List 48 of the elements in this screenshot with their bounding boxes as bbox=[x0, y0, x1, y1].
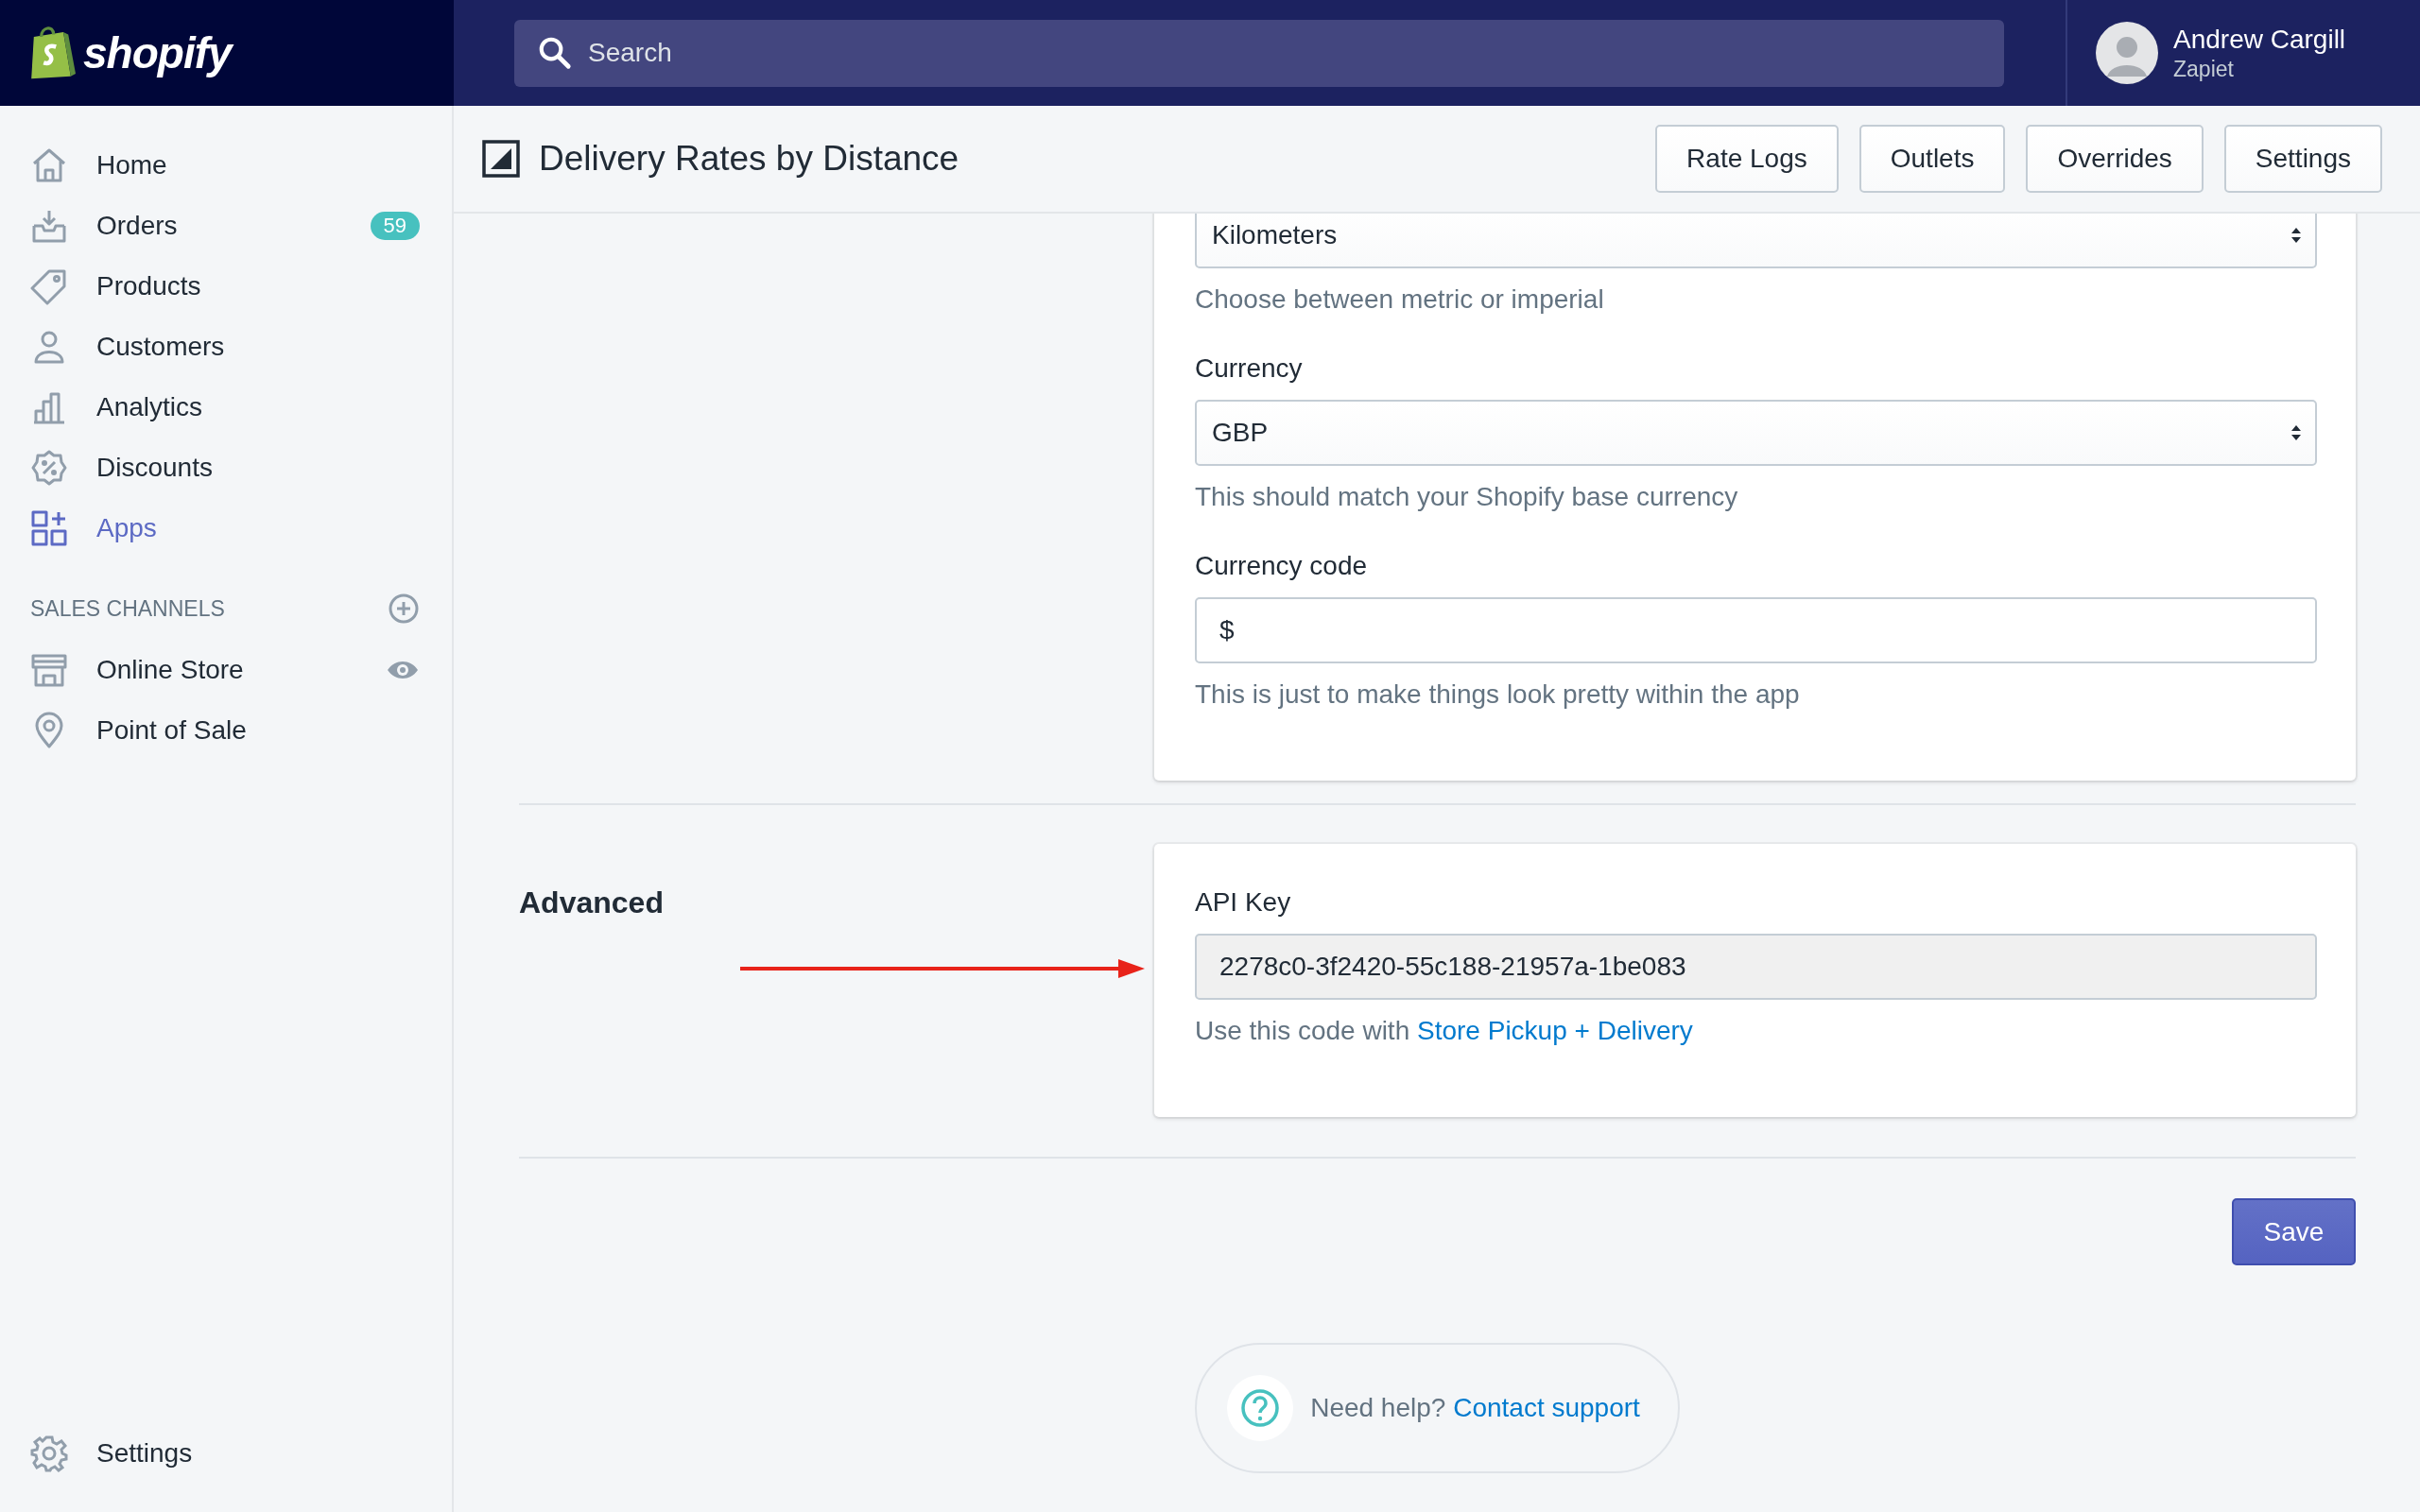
count-badge: 59 bbox=[370, 212, 420, 240]
field-label: Currency code bbox=[1195, 550, 1369, 582]
nav-item[interactable]: Home bbox=[0, 135, 452, 196]
section-title: Advanced bbox=[519, 885, 665, 920]
field-label: API Key bbox=[1195, 886, 1292, 919]
field-label: Currency bbox=[1195, 352, 1304, 385]
select-field[interactable]: Kilometers bbox=[1195, 214, 2317, 268]
percent-badge-icon bbox=[30, 449, 68, 487]
app-icon bbox=[482, 140, 520, 178]
settings-icon bbox=[30, 1435, 68, 1472]
apps-grid-icon bbox=[30, 509, 68, 547]
help-text: This is just to make things look pretty within the app bbox=[1195, 679, 1801, 711]
user-name[interactable]: Andrew Cargill bbox=[2173, 24, 2346, 55]
nav-item[interactable]: Customers bbox=[0, 317, 452, 377]
help-text: Choose between metric or imperial bbox=[1195, 284, 1605, 316]
store-name: Zapiet bbox=[2173, 56, 2235, 82]
eye-icon[interactable] bbox=[386, 659, 420, 681]
caret-icon bbox=[2290, 423, 2302, 442]
nav-item[interactable]: Discounts bbox=[0, 438, 452, 498]
save-button[interactable]: Save bbox=[2232, 1198, 2356, 1265]
text-field[interactable]: $ bbox=[1195, 597, 2317, 663]
section-heading: SALES CHANNELS bbox=[30, 595, 225, 622]
header-button[interactable]: Rate Logs bbox=[1655, 125, 1839, 193]
nav-item[interactable]: Orders 59 bbox=[0, 196, 452, 256]
help-text: This should match your Shopify base currency bbox=[1195, 481, 1739, 513]
header-button[interactable]: Overrides bbox=[2026, 125, 2204, 193]
caret-icon bbox=[2290, 226, 2302, 245]
channel-link[interactable]: Point of Sale bbox=[96, 715, 420, 746]
add-circle-icon[interactable] bbox=[388, 593, 420, 625]
page-title: Delivery Rates by Distance bbox=[539, 139, 959, 179]
select-field[interactable]: GBP bbox=[1195, 400, 2317, 466]
tag-icon bbox=[30, 267, 68, 305]
help-message: Need help? Contact support bbox=[1310, 1393, 1640, 1423]
question-circle-icon bbox=[1227, 1375, 1294, 1441]
support-link[interactable]: Contact support bbox=[1453, 1393, 1640, 1422]
house-icon bbox=[30, 146, 68, 184]
header-button[interactable]: Settings bbox=[2223, 125, 2382, 193]
help-text: Use this code with Store Pickup + Delivery bbox=[1195, 1015, 1694, 1047]
channel-link[interactable]: Online Store bbox=[96, 655, 357, 685]
readonly-field[interactable]: 2278c0-3f2420-55c188-21957a-1be083 bbox=[1195, 934, 2317, 1000]
nav-item[interactable]: Apps bbox=[0, 498, 452, 558]
nav-item[interactable]: Analytics bbox=[0, 377, 452, 438]
nav-item[interactable]: Products bbox=[0, 256, 452, 317]
search-field[interactable]: Search bbox=[514, 19, 2004, 87]
help-link[interactable]: Store Pickup + Delivery bbox=[1417, 1016, 1693, 1045]
header-button[interactable]: Outlets bbox=[1858, 125, 2006, 193]
avatar-icon[interactable] bbox=[2096, 22, 2158, 84]
nav-item[interactable]: Settings bbox=[0, 1423, 452, 1484]
